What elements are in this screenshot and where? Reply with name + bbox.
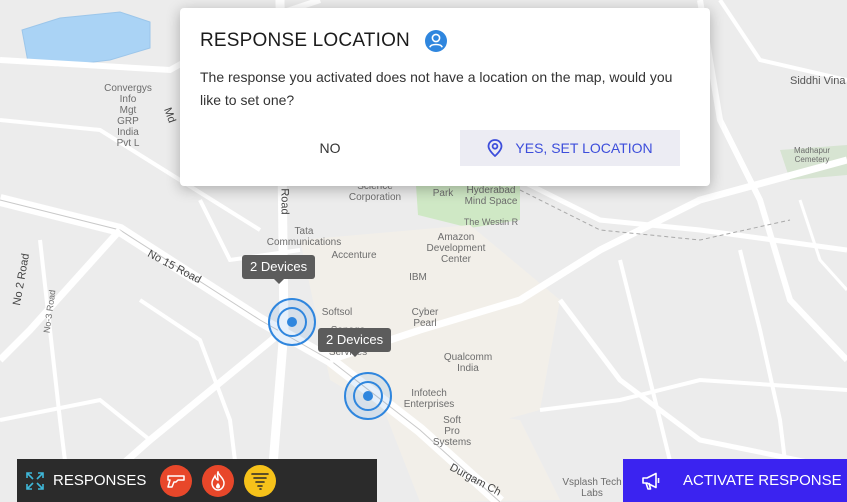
dialog-title-row: RESPONSE LOCATION (200, 30, 690, 52)
map-label: Convergys Info Mgt GRP India Pvt L (104, 83, 152, 149)
set-location-label: YES, SET LOCATION (515, 140, 653, 156)
map-label: Qualcomm India (443, 352, 493, 374)
map-label: Hyderabad Mind Space (464, 185, 518, 207)
no-button[interactable]: NO (300, 130, 360, 166)
map-label: Softsol (321, 307, 353, 318)
device-cluster-tooltip[interactable]: 2 Devices (318, 328, 392, 357)
expand-icon[interactable] (25, 471, 45, 491)
map-label: Soft Pro Systems (432, 415, 472, 448)
activate-response-button[interactable]: ACTIVATE RESPONSE (623, 459, 847, 502)
device-marker-dot (287, 317, 297, 327)
fire-icon[interactable] (202, 464, 235, 497)
dialog-body: The response you activated does not have… (200, 69, 673, 108)
device-marker[interactable] (344, 372, 392, 420)
map-label: Siddhi Vina (790, 75, 846, 87)
map-label: Vsplash Tech Labs (562, 477, 622, 499)
device-marker[interactable] (268, 298, 316, 346)
device-cluster-tooltip[interactable]: 2 Devices (242, 255, 316, 284)
map-pin-icon (488, 139, 503, 157)
map-label: The Westin R (463, 217, 519, 227)
activate-response-label: ACTIVATE RESPONSE (683, 472, 842, 489)
megaphone-icon (642, 472, 660, 490)
map-label: IBM (409, 272, 427, 283)
map-label: Tata Communications (266, 226, 342, 248)
map-label: Accenture (331, 250, 377, 261)
set-location-button[interactable]: YES, SET LOCATION (460, 130, 680, 166)
map-label: Park (432, 188, 454, 199)
responses-bar: RESPONSES (17, 459, 377, 502)
device-marker-dot (363, 391, 373, 401)
map-label: Amazon Development Center (426, 232, 486, 265)
map-label: Infotech Enterprises (403, 388, 455, 410)
road-label: Road (278, 188, 291, 215)
responses-label[interactable]: RESPONSES (53, 472, 146, 489)
gun-icon[interactable] (160, 464, 193, 497)
dialog-actions: NO YES, SET LOCATION (180, 130, 710, 166)
map-label: Cyber Pearl (411, 307, 439, 329)
dialog-title: RESPONSE LOCATION (200, 30, 410, 51)
response-location-dialog: RESPONSE LOCATION The response you activ… (180, 8, 710, 186)
tornado-icon[interactable] (244, 464, 277, 497)
user-circle-icon (424, 30, 447, 52)
map-label: Madhapur Cemetery (793, 146, 831, 164)
